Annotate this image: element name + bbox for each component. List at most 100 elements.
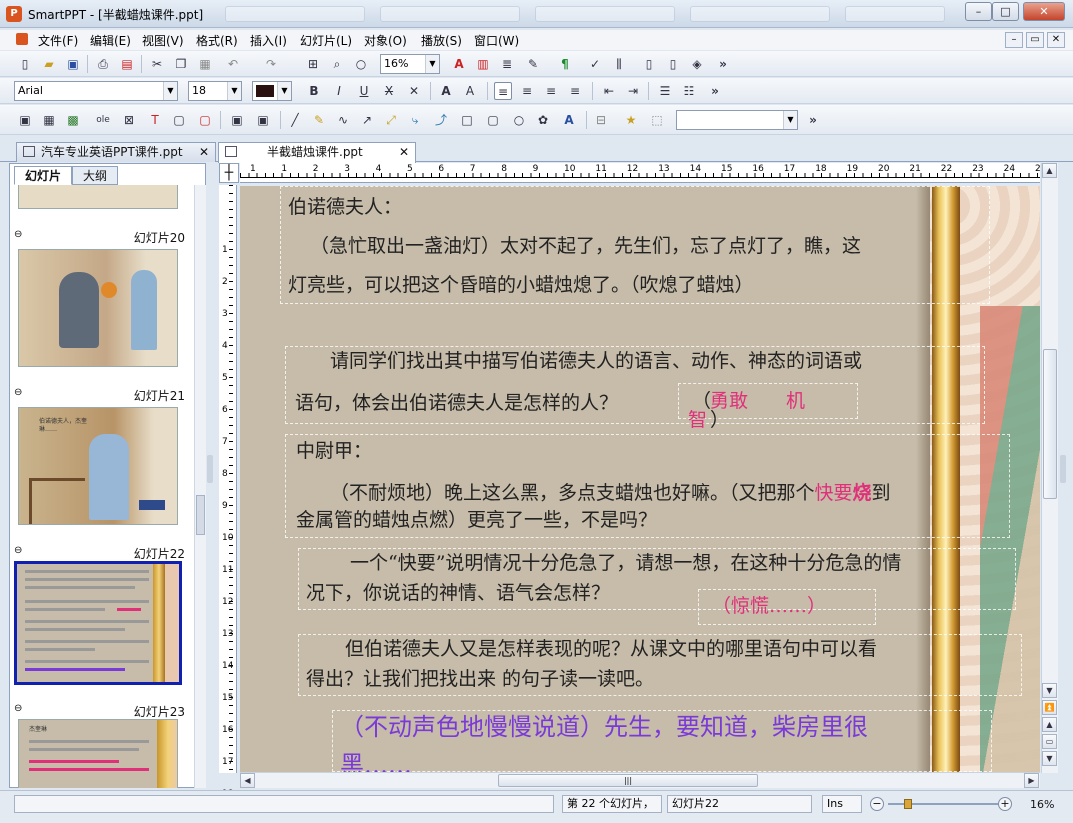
template-icon[interactable]: ▯ (640, 55, 658, 73)
clear-format-icon[interactable]: ✕ (405, 82, 423, 100)
scroll-down-icon[interactable]: ▼ (1042, 683, 1057, 698)
effects-icon[interactable]: ★ (622, 111, 640, 129)
shape-style-combo[interactable]: ▼ (676, 110, 798, 130)
increase-indent-icon[interactable]: ⇥ (624, 82, 642, 100)
chart-icon[interactable]: ▥ (474, 55, 492, 73)
bold-icon[interactable]: B (305, 82, 323, 100)
close-tab-icon[interactable]: ✕ (399, 143, 409, 161)
field-icon[interactable]: ⊞ (304, 55, 322, 73)
menu-object[interactable]: 对象(O) (364, 32, 407, 49)
word-count-icon[interactable]: ⫼ (610, 55, 628, 73)
splitter-handle[interactable] (207, 455, 213, 483)
wordart-icon[interactable]: A (560, 111, 578, 129)
minimize-button[interactable]: – (965, 2, 992, 21)
paste-icon[interactable]: ▦ (196, 55, 214, 73)
vertical-scrollbar[interactable]: ▲ ▼ ⏫ ▲ ▭ ▼ (1041, 163, 1058, 773)
text-placeholder-icon[interactable]: ▢ (196, 111, 214, 129)
elbow-connector-icon[interactable]: ⤷ (406, 111, 424, 129)
zoom-icon[interactable]: ○ (352, 55, 370, 73)
doc-tab-candle[interactable]: 半截蜡烛课件.ppt ✕ (218, 142, 416, 163)
splitter-handle[interactable] (1060, 455, 1066, 483)
shrink-font-icon[interactable]: A (461, 82, 479, 100)
scroll-left-icon[interactable]: ◀ (240, 773, 255, 788)
font-name-combo[interactable]: Arial ▼ (14, 81, 178, 101)
text-color-icon[interactable]: A (450, 55, 468, 73)
align-objects-icon[interactable]: ⊟ (592, 111, 610, 129)
slide-thumbnail-selected[interactable] (14, 561, 182, 685)
rectangle-icon[interactable]: □ (458, 111, 476, 129)
scroll-up-icon[interactable]: ▲ (1042, 163, 1057, 178)
scroll-thumb[interactable] (1043, 349, 1057, 499)
font-size-combo[interactable]: 18 ▼ (188, 81, 242, 101)
spellcheck-icon[interactable]: ✓ (586, 55, 604, 73)
selection-icon[interactable]: ⬚ (648, 111, 666, 129)
menu-format[interactable]: 格式(R) (196, 32, 238, 49)
decrease-indent-icon[interactable]: ⇤ (600, 82, 618, 100)
format-painter-icon[interactable]: ✎ (524, 55, 542, 73)
toolbar-more-icon[interactable]: » (714, 55, 732, 73)
doc-tab-english[interactable]: 汽车专业英语PPT课件.ppt ✕ (16, 142, 216, 162)
menu-play[interactable]: 播放(S) (421, 32, 462, 49)
list-icon[interactable]: ≣ (498, 55, 516, 73)
slide-thumbnail[interactable]: 伯诺德夫人，杰奎琳…… (18, 407, 178, 525)
numbering-icon[interactable]: ☷ (680, 82, 698, 100)
title-placeholder-icon[interactable]: T (146, 111, 164, 129)
undo-icon[interactable]: ↶ (224, 55, 242, 73)
strikethrough-icon[interactable]: X (380, 82, 398, 100)
redo-icon[interactable]: ↷ (262, 55, 280, 73)
layers-icon[interactable]: ◈ (688, 55, 706, 73)
curved-connector-icon[interactable]: ⤴ (432, 111, 450, 129)
toolbar-more-icon[interactable]: » (706, 82, 724, 100)
menu-insert[interactable]: 插入(I) (250, 32, 287, 49)
table-icon[interactable]: ▦ (40, 111, 58, 129)
menu-slide[interactable]: 幻灯片(L) (300, 32, 352, 49)
pen-icon[interactable]: ✎ (310, 111, 328, 129)
maximize-button[interactable]: □ (992, 2, 1019, 21)
line-icon[interactable]: ╱ (286, 111, 304, 129)
menu-file[interactable]: 文件(F) (38, 32, 78, 49)
slide-thumbnail[interactable] (18, 185, 178, 209)
mdi-close-button[interactable]: ✕ (1047, 32, 1065, 48)
cut-icon[interactable]: ✂ (148, 55, 166, 73)
slide-view-icon[interactable]: ▭ (1042, 734, 1057, 749)
slides-pane-scrollbar[interactable] (194, 185, 206, 788)
menu-view[interactable]: 视图(V) (142, 32, 184, 49)
first-slide-icon[interactable]: ⏫ (1042, 700, 1057, 715)
font-color-combo[interactable]: ▼ (252, 81, 292, 101)
save-icon[interactable]: ▣ (64, 55, 82, 73)
find-icon[interactable]: ⌕ (328, 55, 346, 73)
scroll-right-icon[interactable]: ▶ (1024, 773, 1039, 788)
group-icon[interactable]: ▣ (228, 111, 246, 129)
slide-canvas[interactable]: 伯诺德夫人： （急忙取出一盏油灯）太对不起了，先生们，忘了点灯了，瞧，这 灯亮些… (240, 186, 1040, 772)
connector-icon[interactable]: ⤢ (382, 111, 400, 129)
print-icon[interactable]: ⎙ (94, 55, 112, 73)
justify-icon[interactable]: ≡ (566, 82, 584, 100)
ole-object-icon[interactable]: ole (94, 111, 112, 129)
grow-font-icon[interactable]: A (437, 82, 455, 100)
ungroup-icon[interactable]: ▣ (254, 111, 272, 129)
shapes-icon[interactable]: ✿ (534, 111, 552, 129)
menu-edit[interactable]: 编辑(E) (90, 32, 131, 49)
ellipse-icon[interactable]: ○ (510, 111, 528, 129)
zoom-combo[interactable]: 16% ▼ (380, 54, 440, 74)
slide-thumbnail[interactable] (18, 249, 178, 367)
toolbar-more-icon[interactable]: » (804, 111, 822, 129)
align-center-icon[interactable]: ≡ (518, 82, 536, 100)
mdi-minimize-button[interactable]: – (1005, 32, 1023, 48)
picture-icon[interactable]: ▩ (64, 111, 82, 129)
zoom-in-icon[interactable]: + (998, 797, 1012, 811)
paragraph-mark-icon[interactable]: ¶ (556, 55, 574, 73)
open-icon[interactable]: ▰ (40, 55, 58, 73)
rounded-rectangle-icon[interactable]: ▢ (484, 111, 502, 129)
bullets-icon[interactable]: ☰ (656, 82, 674, 100)
mdi-restore-button[interactable]: ▭ (1026, 32, 1044, 48)
text-box-icon[interactable]: ▣ (16, 111, 34, 129)
underline-icon[interactable]: U (355, 82, 373, 100)
chart-object-icon[interactable]: ⊠ (120, 111, 138, 129)
tab-slides[interactable]: 幻灯片 (14, 166, 72, 185)
arrow-icon[interactable]: ↗ (358, 111, 376, 129)
scroll-thumb[interactable]: ||| (498, 774, 758, 787)
curve-icon[interactable]: ∿ (334, 111, 352, 129)
align-left-icon[interactable]: ≡ (494, 82, 512, 100)
align-right-icon[interactable]: ≡ (542, 82, 560, 100)
